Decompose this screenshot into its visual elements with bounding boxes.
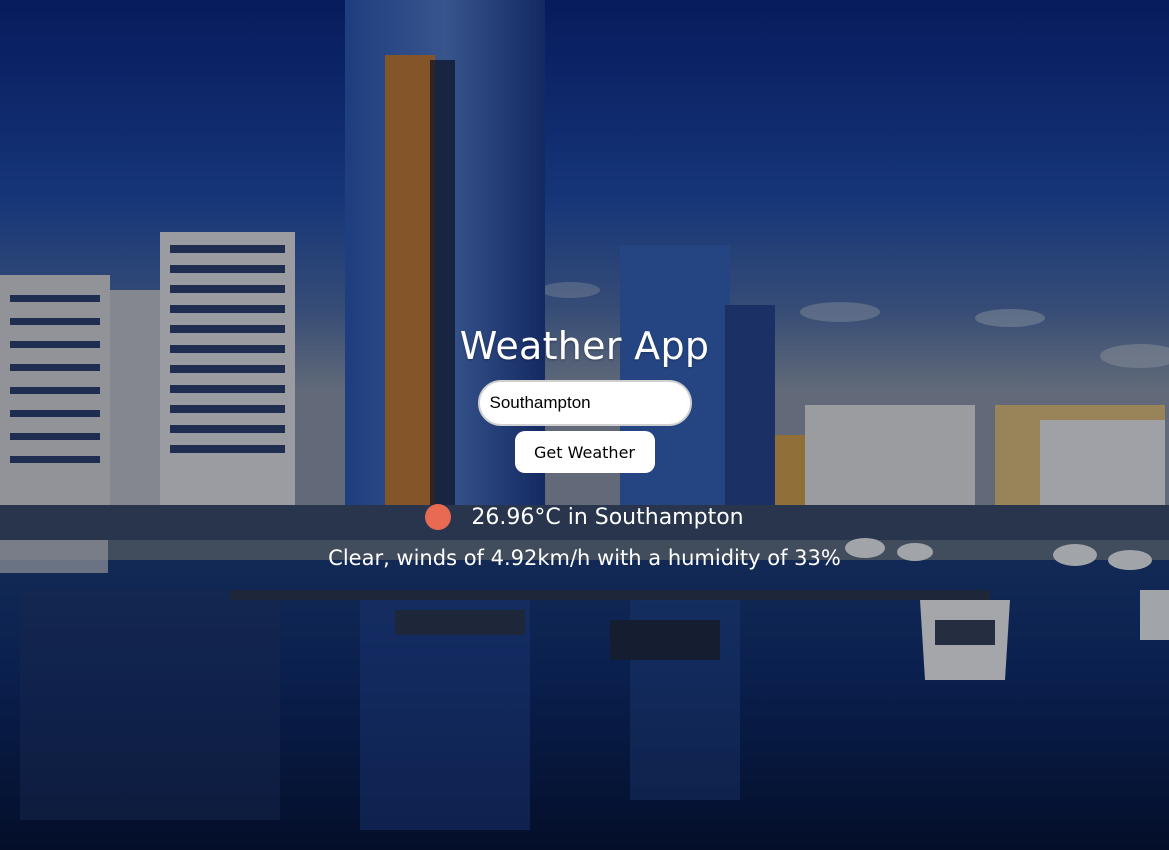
get-weather-button[interactable]: Get Weather xyxy=(514,431,655,473)
weather-app: Weather App Get Weather 26.96°C in South… xyxy=(0,322,1169,572)
weather-description: Clear, winds of 4.92km/h with a humidity… xyxy=(328,546,841,570)
app-title: Weather App xyxy=(459,324,710,368)
temperature-row: 26.96°C in Southampton xyxy=(0,500,1169,534)
weather-dot-icon xyxy=(425,504,452,530)
search-row xyxy=(0,380,1169,426)
temperature-text: 26.96°C in Southampton xyxy=(471,504,744,530)
button-row: Get Weather xyxy=(0,431,1169,473)
city-search-input[interactable] xyxy=(477,380,692,426)
